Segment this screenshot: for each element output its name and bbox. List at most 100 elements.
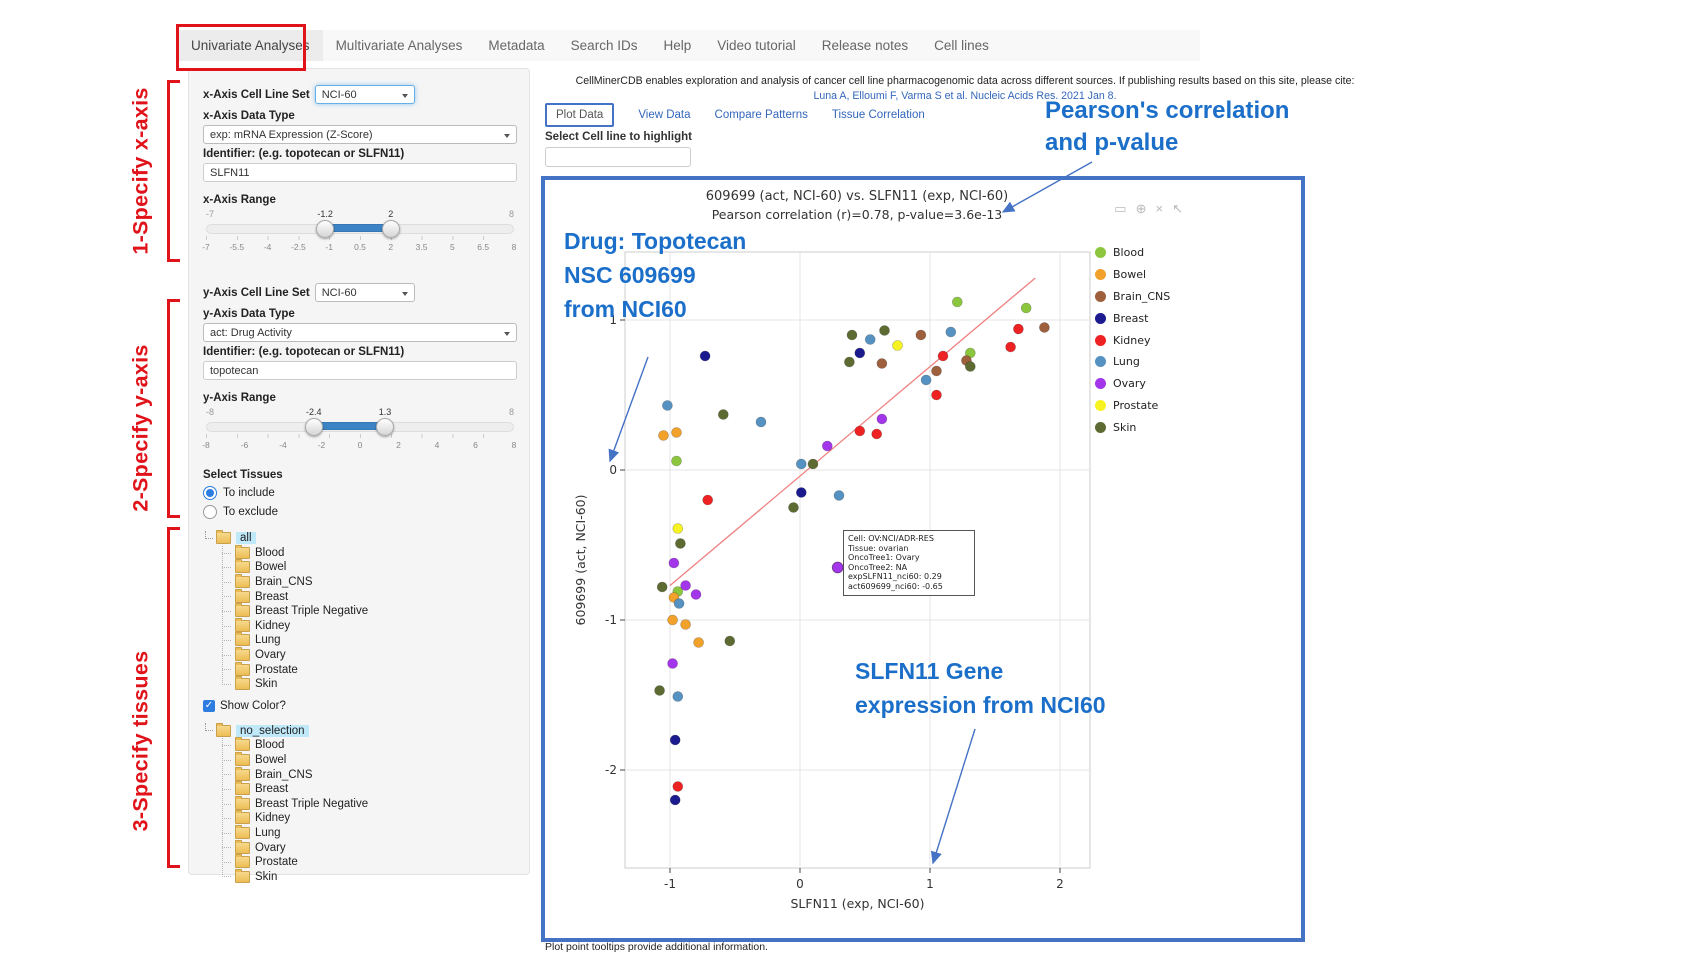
point-kidney[interactable] (855, 426, 865, 436)
legend-item-blood[interactable]: Blood (1095, 242, 1170, 264)
tree-node-breast[interactable]: Breast (205, 589, 517, 604)
tab-multivariate-analyses[interactable]: Multivariate Analyses (323, 30, 476, 61)
subtab-compare-patterns[interactable]: Compare Patterns (715, 109, 808, 121)
slider-handle-from[interactable] (305, 418, 323, 436)
point-ovary[interactable] (691, 590, 701, 600)
x-range-slider[interactable]: -78-1.22-7-5.5-4-2.5-10.523.556.58 (206, 209, 514, 255)
tree-node-lung[interactable]: Lung (205, 633, 517, 648)
tree-node-ovary[interactable]: Ovary (205, 648, 517, 663)
tree-node-kidney[interactable]: Kidney (205, 811, 517, 826)
x-cell-line-set-select[interactable]: NCI-60 (315, 85, 415, 104)
y-data-type-select[interactable]: act: Drug Activity (203, 323, 517, 342)
point-blood[interactable] (952, 297, 962, 307)
point-bowel[interactable] (668, 615, 678, 625)
expand-icon[interactable]: ↖ (1172, 202, 1183, 216)
tree-node-breast-triple-negative[interactable]: Breast Triple Negative (205, 797, 517, 812)
point-skin[interactable] (880, 326, 890, 336)
legend-item-brain-cns[interactable]: Brain_CNS (1095, 286, 1170, 308)
tab-video-tutorial[interactable]: Video tutorial (704, 30, 809, 61)
slider-handle-to[interactable] (382, 220, 400, 238)
tree-node-kidney[interactable]: Kidney (205, 619, 517, 634)
slider-bar[interactable] (314, 422, 385, 430)
point-brain-cns[interactable] (932, 366, 942, 376)
point-ovary[interactable] (822, 441, 832, 451)
tree-node-skin[interactable]: Skin (205, 869, 517, 884)
point-ovary[interactable] (681, 581, 691, 591)
tree-node-blood[interactable]: Blood (205, 546, 517, 561)
close-icon[interactable]: × (1156, 202, 1164, 216)
point-ovary[interactable] (668, 659, 678, 669)
point-lung[interactable] (834, 491, 844, 501)
point-kidney[interactable] (872, 429, 882, 439)
point-lung[interactable] (921, 375, 931, 385)
point-skin[interactable] (657, 582, 667, 592)
point-brain-cns[interactable] (877, 359, 887, 369)
point-kidney[interactable] (703, 495, 713, 505)
point-prostate[interactable] (673, 524, 683, 534)
point-ovary[interactable] (877, 414, 887, 424)
point-kidney[interactable] (1013, 324, 1023, 334)
tree-node-brain-cns[interactable]: Brain_CNS (205, 767, 517, 782)
point-lung[interactable] (756, 417, 766, 427)
point-skin[interactable] (844, 357, 854, 367)
tree-node-bowel[interactable]: Bowel (205, 753, 517, 768)
point-kidney[interactable] (673, 782, 683, 792)
point-lung[interactable] (796, 459, 806, 469)
x-data-type-select[interactable]: exp: mRNA Expression (Z-Score) (203, 125, 517, 144)
point-skin[interactable] (725, 636, 735, 646)
point-lung[interactable] (662, 401, 672, 411)
tree-node-breast[interactable]: Breast (205, 782, 517, 797)
tree-node-ovary[interactable]: Ovary (205, 840, 517, 855)
legend-item-ovary[interactable]: Ovary (1095, 373, 1170, 395)
point-skin[interactable] (655, 686, 665, 696)
legend-item-bowel[interactable]: Bowel (1095, 264, 1170, 286)
tree-node-skin[interactable]: Skin (205, 677, 517, 692)
subtab-tissue-correlation[interactable]: Tissue Correlation (832, 109, 925, 121)
slider-handle-to[interactable] (376, 418, 394, 436)
point-breast[interactable] (700, 351, 710, 361)
radio-dot[interactable] (203, 486, 217, 500)
point-skin[interactable] (965, 362, 975, 372)
tab-cell-lines[interactable]: Cell lines (921, 30, 1002, 61)
tree-node-bowel[interactable]: Bowel (205, 560, 517, 575)
tree-node-lung[interactable]: Lung (205, 826, 517, 841)
radio-dot[interactable] (203, 505, 217, 519)
tree-node-prostate[interactable]: Prostate (205, 855, 517, 870)
tree-node-blood[interactable]: Blood (205, 738, 517, 753)
tab-help[interactable]: Help (650, 30, 704, 61)
point-skin[interactable] (808, 459, 818, 469)
slider-handle-from[interactable] (316, 220, 334, 238)
radio-to-exclude[interactable]: To exclude (203, 505, 517, 519)
legend-item-breast[interactable]: Breast (1095, 307, 1170, 329)
y-identifier-input[interactable] (203, 361, 517, 380)
tree-node-no-selection[interactable]: no_selection (205, 724, 517, 739)
point-lung[interactable] (865, 335, 875, 345)
point-skin[interactable] (847, 330, 857, 340)
tree-node-brain-cns[interactable]: Brain_CNS (205, 575, 517, 590)
point-kidney[interactable] (938, 351, 948, 361)
point-blood[interactable] (1021, 303, 1031, 313)
point-breast[interactable] (670, 735, 680, 745)
x-identifier-input[interactable] (203, 163, 517, 182)
point-lung[interactable] (673, 692, 683, 702)
point-bowel[interactable] (659, 431, 669, 441)
show-color-checkbox[interactable]: ✓ (203, 700, 215, 712)
point-lung[interactable] (674, 599, 684, 609)
legend-item-prostate[interactable]: Prostate (1095, 395, 1170, 417)
legend-item-kidney[interactable]: Kidney (1095, 329, 1170, 351)
y-cell-line-set-select[interactable]: NCI-60 (315, 283, 415, 302)
legend-item-skin[interactable]: Skin (1095, 416, 1170, 438)
tab-search-ids[interactable]: Search IDs (558, 30, 651, 61)
radio-to-include[interactable]: To include (203, 486, 517, 500)
point-lung[interactable] (946, 327, 956, 337)
highlighted-point[interactable] (832, 562, 843, 573)
tab-univariate-analyses[interactable]: Univariate Analyses (178, 30, 323, 61)
zoom-in-icon[interactable]: ⊕ (1136, 202, 1147, 216)
point-breast[interactable] (796, 488, 806, 498)
subtab-plot-data[interactable]: Plot Data (545, 103, 614, 127)
point-skin[interactable] (789, 503, 799, 513)
point-brain-cns[interactable] (1039, 323, 1049, 333)
point-kidney[interactable] (932, 390, 942, 400)
point-ovary[interactable] (669, 558, 679, 568)
point-bowel[interactable] (694, 638, 704, 648)
